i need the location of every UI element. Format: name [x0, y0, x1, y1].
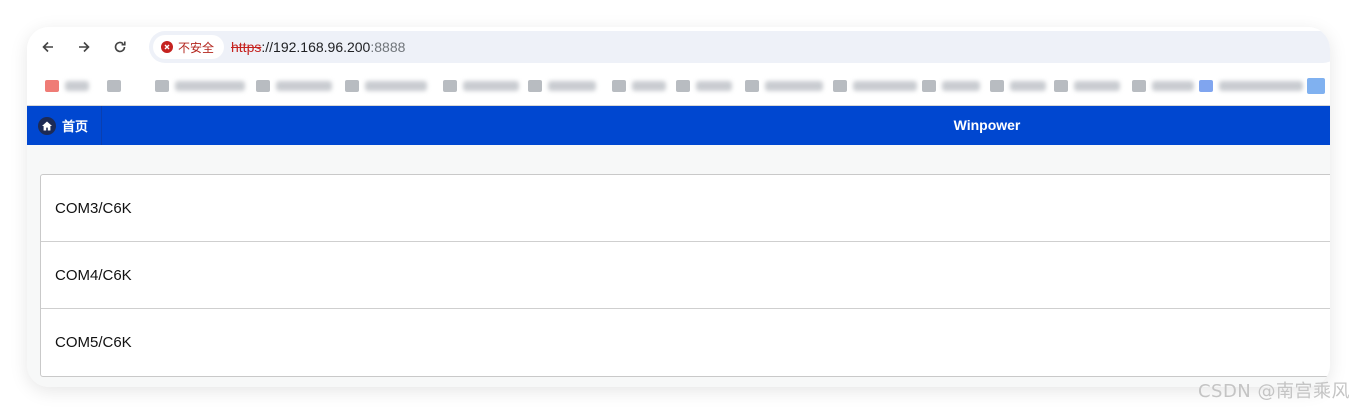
bookmark-item[interactable]: [612, 78, 666, 94]
home-icon: [38, 116, 56, 135]
app-header: 首页 Winpower: [27, 106, 1330, 145]
watermark: CSDN @南宫乘风: [1197, 381, 1350, 402]
url-scheme: https: [231, 39, 262, 55]
warning-icon: [161, 41, 173, 53]
list-item[interactable]: COM3/C6K: [41, 175, 1330, 242]
bookmark-item[interactable]: [155, 78, 245, 94]
forward-arrow-icon[interactable]: [73, 36, 95, 58]
bookmark-item[interactable]: [256, 78, 332, 94]
port-label: COM3/C6K: [55, 199, 132, 217]
home-link[interactable]: 首页: [27, 106, 102, 145]
bookmark-item[interactable]: [345, 78, 427, 94]
bookmark-item[interactable]: [528, 78, 596, 94]
url-separator: ://: [261, 39, 274, 55]
bookmarks-bar: [27, 67, 1330, 106]
bookmark-item[interactable]: [1132, 78, 1194, 94]
security-chip[interactable]: 不安全: [153, 35, 225, 59]
bookmark-item[interactable]: [1307, 78, 1325, 94]
bookmark-item[interactable]: [443, 78, 519, 94]
bookmark-item[interactable]: [1054, 78, 1120, 94]
brand-title: Winpower: [953, 117, 1021, 133]
browser-toolbar: 不安全 https://192.168.96.200:8888: [27, 27, 1330, 67]
bookmark-item[interactable]: [107, 78, 121, 94]
bookmark-item[interactable]: [676, 78, 732, 94]
reload-icon[interactable]: [109, 36, 131, 58]
port-label: COM5/C6K: [55, 334, 132, 351]
port-label: COM4/C6K: [55, 266, 132, 284]
home-label: 首页: [62, 119, 89, 134]
url-host: 192.168.96.200: [273, 39, 371, 55]
list-item[interactable]: COM5/C6K: [41, 309, 1330, 376]
apps-icon[interactable]: [45, 78, 89, 94]
url-text[interactable]: https://192.168.96.200:8888: [231, 31, 405, 63]
bookmark-item[interactable]: [922, 78, 980, 94]
browser-window: 不安全 https://192.168.96.200:8888 首页 Winpo: [27, 27, 1330, 387]
url-port: :8888: [370, 39, 406, 55]
address-bar[interactable]: 不安全 https://192.168.96.200:8888: [149, 31, 1330, 63]
bookmark-item[interactable]: [1199, 78, 1303, 94]
list-item[interactable]: COM4/C6K: [41, 242, 1330, 309]
bookmark-item[interactable]: [833, 78, 917, 94]
security-label: 不安全: [178, 40, 215, 55]
bookmark-item[interactable]: [745, 78, 823, 94]
back-arrow-icon[interactable]: [37, 36, 59, 58]
port-list: COM3/C6K COM4/C6K COM5/C6K: [40, 174, 1330, 377]
bookmark-item[interactable]: [990, 78, 1046, 94]
main-content: COM3/C6K COM4/C6K COM5/C6K: [27, 145, 1330, 387]
